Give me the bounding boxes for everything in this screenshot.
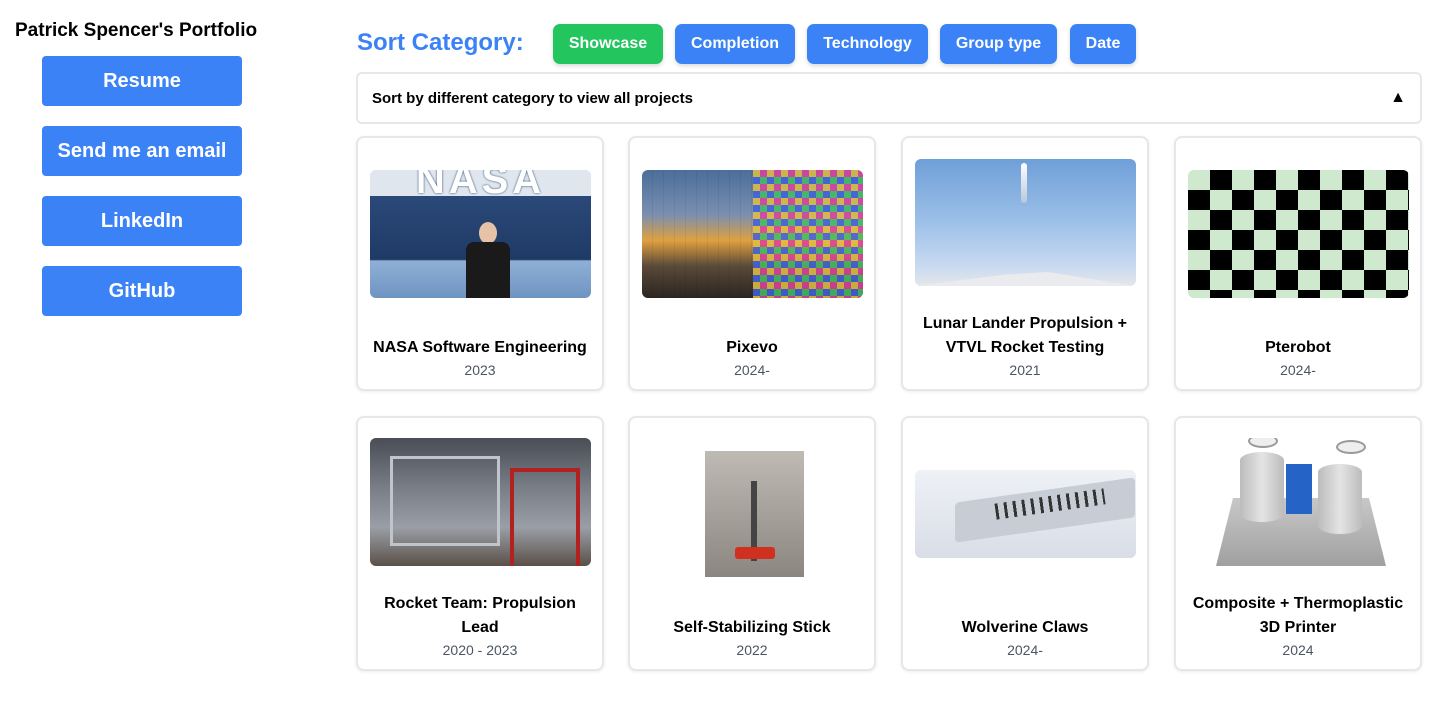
disc xyxy=(1336,440,1366,454)
email-button[interactable]: Send me an email xyxy=(42,126,242,176)
sort-category-label: Sort Category: xyxy=(357,29,524,56)
red-frame xyxy=(510,468,580,566)
project-date: 2024- xyxy=(1280,362,1316,378)
project-title: Pterobot xyxy=(1265,339,1331,356)
project-date: 2024- xyxy=(734,362,770,378)
project-image xyxy=(915,470,1136,558)
resume-button[interactable]: Resume xyxy=(42,56,242,106)
project-title: NASA Software Engineering xyxy=(373,339,587,356)
project-title: Pixevo xyxy=(726,339,778,356)
circuit-board xyxy=(1286,464,1312,514)
chevron-up-icon: ▲ xyxy=(1390,89,1406,106)
sort-dropdown[interactable]: Sort by different category to view all p… xyxy=(356,72,1422,124)
project-title: Wolverine Claws xyxy=(961,619,1089,636)
project-card-3d-printer[interactable]: Composite + Thermoplastic 3D Printer 202… xyxy=(1174,416,1422,671)
project-date: 2024 xyxy=(1282,642,1314,658)
project-card-pixevo[interactable]: Pixevo 2024- xyxy=(628,136,876,391)
sort-showcase-button[interactable]: Showcase xyxy=(553,24,663,64)
project-title: Lunar Lander Propulsion + VTVL Rocket Te… xyxy=(922,315,1128,356)
project-date: 2020 - 2023 xyxy=(442,642,518,658)
stick-photo xyxy=(705,451,804,577)
project-date: 2022 xyxy=(736,642,768,658)
portfolio-title: Patrick Spencer's Portfolio xyxy=(15,20,258,41)
sort-group-type-button[interactable]: Group type xyxy=(940,24,1057,64)
project-title: Composite + Thermoplastic 3D Printer xyxy=(1192,595,1404,636)
project-image xyxy=(1188,170,1409,298)
project-image xyxy=(630,451,874,577)
project-date: 2024- xyxy=(1007,642,1043,658)
project-date: 2021 xyxy=(1009,362,1041,378)
linkedin-button[interactable]: LinkedIn xyxy=(42,196,242,246)
github-button[interactable]: GitHub xyxy=(42,266,242,316)
cylinder xyxy=(1240,452,1284,522)
nasa-wordmark: NASA xyxy=(370,170,591,196)
cylinder xyxy=(1318,464,1362,534)
project-image xyxy=(1188,438,1409,566)
sort-completion-button[interactable]: Completion xyxy=(675,24,795,64)
pixel-mosaic xyxy=(752,170,863,298)
project-image xyxy=(370,438,591,566)
project-title: Rocket Team: Propulsion Lead xyxy=(384,595,576,636)
person-figure xyxy=(458,222,518,298)
project-title: Self-Stabilizing Stick xyxy=(673,619,831,636)
project-card-lunar-lander[interactable]: Lunar Lander Propulsion + VTVL Rocket Te… xyxy=(901,136,1149,391)
dropdown-text: Sort by different category to view all p… xyxy=(372,89,693,107)
project-card-stick[interactable]: Self-Stabilizing Stick 2022 xyxy=(628,416,876,671)
project-card-pterobot[interactable]: Pterobot 2024- xyxy=(1174,136,1422,391)
project-image xyxy=(642,170,863,298)
project-card-wolverine[interactable]: Wolverine Claws 2024- xyxy=(901,416,1149,671)
project-card-nasa[interactable]: NASA NASA Software Engineering 2023 xyxy=(356,136,604,391)
project-image xyxy=(915,159,1136,286)
roof-shape xyxy=(915,272,1136,286)
sort-date-button[interactable]: Date xyxy=(1070,24,1136,64)
disc xyxy=(1248,438,1278,448)
test-stand-frame xyxy=(390,456,500,546)
sort-technology-button[interactable]: Technology xyxy=(807,24,928,64)
rocket-plume xyxy=(1021,163,1027,203)
project-image: NASA xyxy=(370,170,591,298)
project-date: 2023 xyxy=(464,362,496,378)
project-card-rocket-team[interactable]: Rocket Team: Propulsion Lead 2020 - 2023 xyxy=(356,416,604,671)
